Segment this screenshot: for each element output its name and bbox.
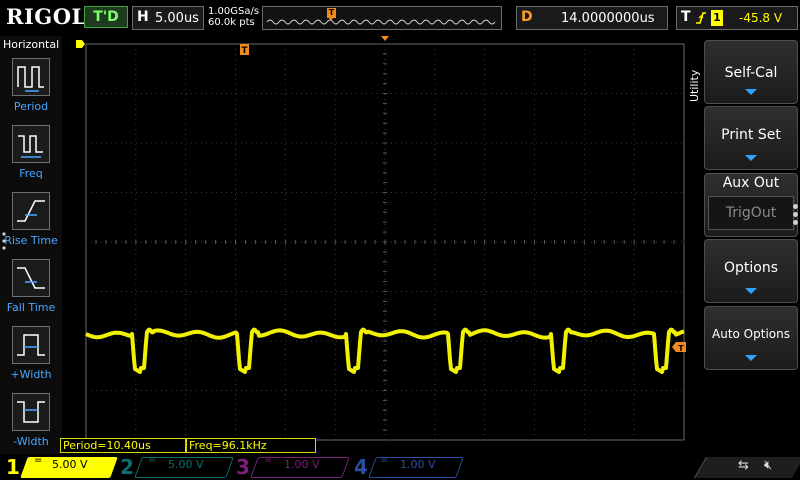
aux-out-value: TrigOut [708,196,794,230]
delay-letter: D [521,9,533,25]
channel-3-coupling: = [264,455,273,466]
measurement-period[interactable]: Period=10.40us [60,438,186,453]
channel-1-number[interactable]: 1 [6,455,20,479]
measure-positive-width-item[interactable]: +Width [0,326,62,392]
measure-fall-time-label: Fall Time [6,301,56,314]
menu-page-dot [793,220,798,225]
options-label: Options [723,260,779,276]
chevron-down-icon [745,155,757,161]
self-cal-label: Self-Cal [724,65,778,81]
channel-4-number[interactable]: 4 [354,455,368,479]
speaker-muted-icon[interactable]: 🔇︎ [764,458,772,473]
channel-1-scale: 5.00 V [52,458,88,471]
delay-display[interactable]: D 14.0000000us [516,6,668,30]
measure-positive-width-label: +Width [10,368,52,381]
channel-bar: 1 = 5.00 V 2 = 5.00 V 3 = 1.00 V 4 = 1.0… [0,454,800,480]
rise-time-icon [12,192,50,230]
usb-icon: ⇆ [738,458,749,473]
auto-options-label: Auto Options [712,327,790,341]
utility-menu: Utility Self-Cal Print Set Aux Out TrigO… [686,36,800,454]
sidebar-page-dots[interactable] [2,231,6,251]
trigger-level-marker-label: T [678,344,684,353]
trigger-position-marker [381,36,389,41]
fall-time-icon [12,259,50,297]
sample-rate: 1.00GSa/s [208,6,260,17]
frequency-icon [12,125,50,163]
chevron-down-icon [745,355,757,361]
channel-2-number[interactable]: 2 [120,455,134,479]
measure-rise-time-item[interactable]: Rise Time [0,192,62,258]
measure-negative-width-item[interactable]: -Width [0,393,62,459]
memory-trigger-marker: T [327,8,336,21]
memory-depth: 60.0k pts [208,17,255,28]
menu-page-dot [793,204,798,209]
measure-freq-label: Freq [19,167,43,180]
channel-3-scale: 1.00 V [284,458,320,471]
menu-tab-utility[interactable]: Utility [688,56,704,116]
rising-edge-icon [696,12,706,24]
positive-width-icon [12,326,50,364]
top-status-bar: RIGOL T'D H 5.00us 1.00GSa/s 60.0k pts T… [0,0,800,36]
measure-freq-item[interactable]: Freq [0,125,62,191]
negative-width-icon [12,393,50,431]
measure-fall-time-item[interactable]: Fall Time [0,259,62,325]
brand-logo: RIGOL [6,4,87,29]
channel-1-coupling: = [34,455,43,466]
measurement-frequency[interactable]: Freq=96.1kHz [186,438,316,453]
chevron-down-icon [745,288,757,294]
measure-rise-time-label: Rise Time [4,234,58,247]
print-set-label: Print Set [721,127,781,143]
period-icon [12,58,50,96]
channel-2-coupling: = [148,455,157,466]
chevron-down-icon [745,89,757,95]
options-button[interactable]: Options [704,239,798,303]
run-status-badge[interactable]: T'D [84,6,128,28]
trigger-letter: T [681,9,691,25]
aux-out-label: Aux Out [722,175,780,191]
measure-category-title[interactable]: Horizontal [0,38,62,51]
timebase-display[interactable]: H 5.00us [132,6,204,30]
channel-1-ground-marker [76,40,85,48]
aux-out-button[interactable]: Aux Out TrigOut [704,173,798,237]
timebase-value: 5.00us [155,11,199,26]
trigger-source: 1 [711,10,723,26]
measure-period-label: Period [13,100,49,113]
print-set-button[interactable]: Print Set [704,106,798,170]
auto-options-button[interactable]: Auto Options [704,306,798,370]
self-cal-button[interactable]: Self-Cal [704,40,798,104]
sample-info: 1.00GSa/s 60.0k pts [208,6,259,28]
measure-sidebar: Horizontal Period Freq Rise Time Fall Ti… [0,36,62,454]
measure-negative-width-label: -Width [13,435,49,448]
menu-page-dot [793,212,798,217]
timebase-letter: H [137,9,149,25]
channel-3-number[interactable]: 3 [236,455,250,479]
trigger-level: -45.8 V [739,11,783,25]
measure-period-item[interactable]: Period [0,58,62,124]
trigger-time-marker-label: T [241,46,248,56]
waveform-canvas: TT [76,36,686,441]
channel-2-scale: 5.00 V [168,458,204,471]
waveform-display[interactable]: TT [62,36,686,454]
channel-4-coupling: = [380,455,389,466]
channel-4-scale: 1.00 V [400,458,436,471]
memory-waveform-icon [266,19,496,25]
delay-value: 14.0000000us [561,11,655,26]
memory-overview-bar[interactable]: T [262,6,502,30]
trigger-display[interactable]: T 1 -45.8 V [676,6,798,30]
